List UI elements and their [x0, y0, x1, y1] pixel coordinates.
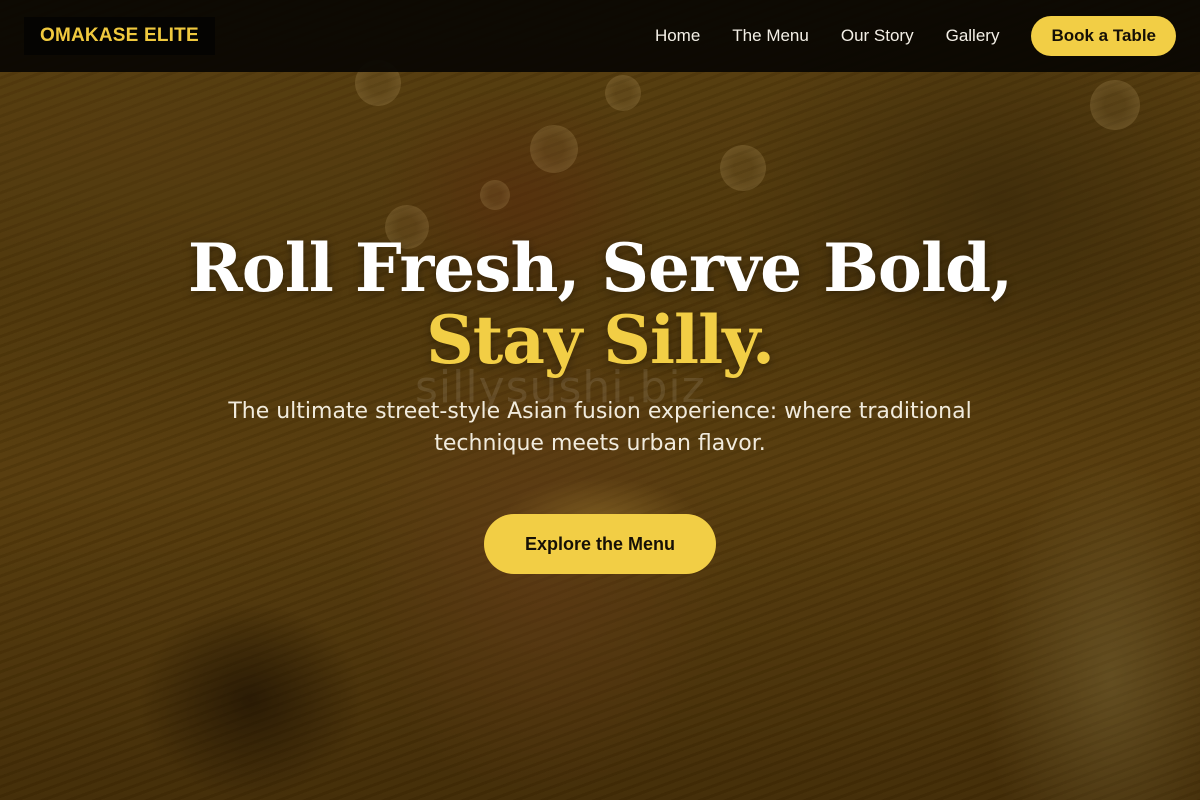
page: sillysushi.biz OMAKASE ELITE Home The Me…: [0, 0, 1200, 800]
hero-section: Roll Fresh, Serve Bold, Stay Silly. The …: [0, 232, 1200, 574]
explore-menu-button[interactable]: Explore the Menu: [484, 514, 716, 574]
hero-subtitle: The ultimate street-style Asian fusion e…: [228, 399, 972, 456]
nav-link-gallery[interactable]: Gallery: [946, 26, 1000, 46]
nav-link-our-story[interactable]: Our Story: [841, 26, 914, 46]
nav-link-home[interactable]: Home: [655, 26, 700, 46]
nav-link-menu[interactable]: The Menu: [732, 26, 809, 46]
nav-links: Home The Menu Our Story Gallery Book a T…: [623, 16, 1176, 56]
hero-headline-accent: Stay Silly.: [426, 301, 775, 379]
top-navbar: OMAKASE ELITE Home The Menu Our Story Ga…: [0, 0, 1200, 72]
book-table-button[interactable]: Book a Table: [1031, 16, 1176, 56]
brand-logo[interactable]: OMAKASE ELITE: [24, 17, 215, 55]
hero-headline: Roll Fresh, Serve Bold,: [187, 229, 1013, 307]
